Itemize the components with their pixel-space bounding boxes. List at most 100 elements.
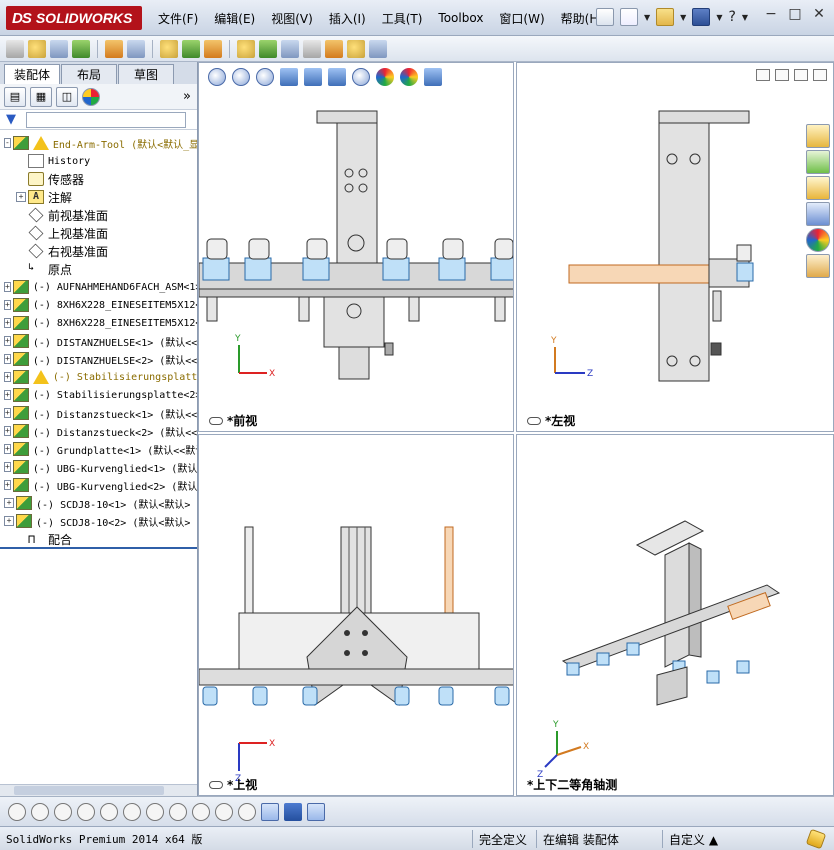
tree-item[interactable]: + (-) 8XH6X228_EINESEITEM5X12<2> — [0, 314, 197, 332]
more-tabs-icon[interactable]: » — [183, 89, 191, 104]
expand-icon[interactable]: + — [4, 498, 14, 508]
expand-icon[interactable]: + — [4, 300, 11, 310]
filter-icon[interactable]: ▼ — [6, 112, 16, 127]
expand-icon[interactable]: + — [4, 282, 11, 292]
shaded-view-icon[interactable] — [261, 802, 279, 821]
display-style-icon[interactable] — [328, 68, 346, 86]
tree-item[interactable]: 前视基准面 — [0, 206, 197, 224]
menu-window[interactable]: 窗口(W) — [491, 10, 552, 27]
single-view-icon[interactable] — [284, 802, 302, 821]
tree-item[interactable]: + (-) SCDJ8-10<1> (默认<默认> — [0, 494, 197, 512]
tab-layout[interactable]: 布局 — [61, 64, 117, 84]
expand-icon[interactable]: + — [16, 192, 26, 202]
file-explorer-icon[interactable] — [806, 176, 830, 200]
tree-item[interactable]: + A 注解 — [0, 188, 197, 206]
tree-item[interactable]: + (-) SCDJ8-10<2> (默认<默认> — [0, 512, 197, 530]
interference-detection-icon[interactable] — [325, 39, 343, 58]
linear-pattern-icon[interactable] — [72, 39, 90, 58]
tab-assembly[interactable]: 装配体 — [4, 64, 60, 84]
menu-tools[interactable]: 工具(T) — [374, 10, 431, 27]
rebuild-icon[interactable] — [805, 828, 827, 850]
solidworks-resources-icon[interactable] — [806, 124, 830, 148]
status-units[interactable]: 自定义 ▲ — [662, 830, 802, 848]
explode-line-sketch-icon[interactable] — [303, 39, 321, 58]
tree-item[interactable]: 上视基准面 — [0, 224, 197, 242]
assembly-features-icon[interactable] — [182, 39, 200, 58]
feature-manager-icon[interactable]: ▤ — [4, 86, 26, 107]
close-icon[interactable]: ✕ — [810, 6, 828, 22]
help-icon[interactable]: ? — [728, 9, 735, 25]
menu-view[interactable]: 视图(V) — [263, 10, 321, 27]
expand-icon[interactable]: + — [4, 318, 11, 328]
circle-icon[interactable] — [31, 802, 49, 821]
point-icon[interactable] — [8, 802, 26, 821]
reference-geometry-icon[interactable] — [204, 39, 222, 58]
new-dropdown-icon[interactable]: ▼ — [644, 13, 650, 22]
expand-icon[interactable]: + — [4, 426, 11, 436]
tangent-icon[interactable] — [123, 802, 141, 821]
save-dropdown-icon[interactable]: ▼ — [716, 13, 722, 22]
move-component-icon[interactable] — [127, 39, 145, 58]
tree-item[interactable]: 右视基准面 — [0, 242, 197, 260]
tree-horizontal-scrollbar[interactable] — [0, 784, 197, 796]
previous-view-icon[interactable] — [256, 68, 274, 86]
new-document-icon[interactable] — [620, 8, 638, 26]
apply-scene-icon[interactable] — [400, 68, 418, 86]
perpendicular-icon[interactable] — [146, 802, 164, 821]
horizontal-vertical-icon[interactable] — [192, 802, 210, 821]
expand-icon[interactable]: + — [4, 408, 11, 418]
pin-icon[interactable] — [596, 8, 614, 26]
tree-item[interactable]: + (-) Stabilisierungsplatte<1> — [0, 368, 197, 386]
mate-icon[interactable] — [50, 39, 68, 58]
insert-component-icon[interactable] — [28, 39, 46, 58]
tree-item[interactable]: + (-) 8XH6X228_EINESEITEM5X12<1> — [0, 296, 197, 314]
hide-show-items-icon[interactable] — [352, 68, 370, 86]
minimize-icon[interactable]: − — [762, 6, 780, 22]
grid-icon[interactable] — [215, 802, 233, 821]
midpoint-icon[interactable] — [54, 802, 72, 821]
configuration-manager-icon[interactable]: ◫ — [56, 86, 78, 107]
intersection-icon[interactable] — [77, 802, 95, 821]
display-manager-icon[interactable] — [82, 87, 100, 106]
design-library-icon[interactable] — [806, 150, 830, 174]
zoom-to-area-icon[interactable] — [232, 68, 250, 86]
tree-item[interactable]: ⊓ 配合 — [0, 530, 197, 548]
four-view-icon[interactable] — [307, 802, 325, 821]
graphics-area[interactable]: Y X *前视 Y Z *左视 Z X *上视 Y X Z *上下二等角轴测 — [198, 62, 834, 796]
expand-icon[interactable]: + — [4, 444, 11, 454]
viewport-top[interactable]: Z X *上视 — [198, 434, 514, 796]
expand-icon[interactable]: + — [4, 354, 11, 364]
clearance-verification-icon[interactable] — [347, 39, 365, 58]
tree-item[interactable]: + (-) Distanzstueck<2> (默认<<默认> — [0, 422, 197, 440]
open-dropdown-icon[interactable]: ▼ — [680, 13, 686, 22]
expand-icon[interactable]: + — [4, 516, 14, 526]
edit-appearance-icon[interactable] — [376, 68, 394, 86]
expand-icon[interactable]: + — [4, 390, 11, 400]
view-settings-icon[interactable] — [424, 68, 442, 86]
scrollbar-thumb[interactable] — [14, 786, 164, 795]
custom-properties-icon[interactable] — [806, 254, 830, 278]
menu-file[interactable]: 文件(F) — [150, 10, 206, 27]
tree-item[interactable]: - End-Arm-Tool (默认<默认_显示状态-1>) — [0, 134, 197, 152]
menu-insert[interactable]: 插入(I) — [321, 10, 374, 27]
save-icon[interactable] — [692, 8, 711, 26]
show-hidden-icon[interactable] — [160, 39, 178, 58]
restore-icon[interactable]: □ — [786, 6, 804, 22]
tab-sketch[interactable]: 草图 — [118, 64, 174, 84]
edit-component-icon[interactable] — [6, 39, 24, 58]
expand-icon[interactable]: + — [4, 462, 11, 472]
help-dropdown-icon[interactable]: ▼ — [742, 13, 748, 22]
expand-icon[interactable]: + — [4, 372, 11, 382]
tree-item[interactable]: ↳ 原点 — [0, 260, 197, 278]
nearest-icon[interactable] — [100, 802, 118, 821]
new-motion-study-icon[interactable] — [237, 39, 255, 58]
tree-item[interactable]: + (-) UBG-Kurvenglied<1> (默认< — [0, 458, 197, 476]
bill-of-materials-icon[interactable] — [259, 39, 277, 58]
hole-alignment-icon[interactable] — [369, 39, 387, 58]
angle-icon[interactable] — [238, 802, 256, 821]
view-orientation-icon[interactable] — [304, 68, 322, 86]
parallel-icon[interactable] — [169, 802, 187, 821]
property-manager-icon[interactable]: ▦ — [30, 86, 52, 107]
tree-item[interactable]: + (-) DISTANZHUELSE<2> (默认<<默认> — [0, 350, 197, 368]
expand-icon[interactable]: + — [4, 336, 11, 346]
